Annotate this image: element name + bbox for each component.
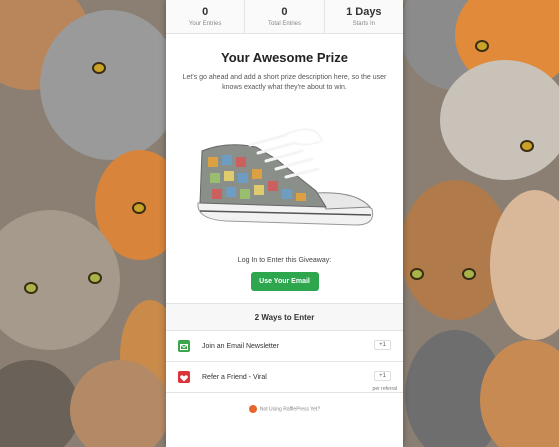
entry-points-badge: +1 xyxy=(374,371,391,381)
login-prompt: Log In to Enter this Giveaway: xyxy=(237,257,332,264)
ways-to-enter-header: 2 Ways to Enter xyxy=(166,303,403,331)
prize-image xyxy=(166,111,403,241)
stat-starts-in: 1 Days Starts In xyxy=(325,0,403,33)
entry-points-note: per referral xyxy=(372,386,397,392)
prize-description: Let's go ahead and add a short prize des… xyxy=(182,74,387,91)
rafflepress-logo-icon xyxy=(248,405,257,413)
stat-value: 0 xyxy=(202,6,209,18)
stat-label: Starts In xyxy=(352,21,375,27)
stat-value: 0 xyxy=(281,6,288,18)
entry-refer-friend[interactable]: Refer a Friend - Viral +1 per referral xyxy=(166,362,403,393)
stat-label: Total Entries xyxy=(267,21,301,27)
heart-icon xyxy=(178,371,190,383)
stat-label: Your Entries xyxy=(188,21,222,27)
footer-link[interactable]: Not Using RafflePress Yet? xyxy=(260,406,320,412)
entry-email-newsletter[interactable]: Join an Email Newsletter +1 xyxy=(166,331,403,362)
prize-title: Your Awesome Prize xyxy=(221,50,348,65)
entry-label: Refer a Friend - Viral xyxy=(202,373,267,381)
entry-points-badge: +1 xyxy=(374,340,391,350)
entry-label: Join an Email Newsletter xyxy=(202,342,280,350)
giveaway-card: 0 Your Entries 0 Total Entries 1 Days St… xyxy=(166,0,403,447)
footer[interactable]: Not Using RafflePress Yet? xyxy=(166,405,403,413)
stat-total-entries: 0 Total Entries xyxy=(245,0,325,33)
stat-your-entries: 0 Your Entries xyxy=(166,0,246,33)
mail-icon xyxy=(178,340,190,352)
use-email-button[interactable]: Use Your Email xyxy=(250,272,319,291)
stat-value: 1 Days xyxy=(346,6,382,18)
sneaker-image xyxy=(197,128,374,226)
stats-bar: 0 Your Entries 0 Total Entries 1 Days St… xyxy=(166,0,403,34)
